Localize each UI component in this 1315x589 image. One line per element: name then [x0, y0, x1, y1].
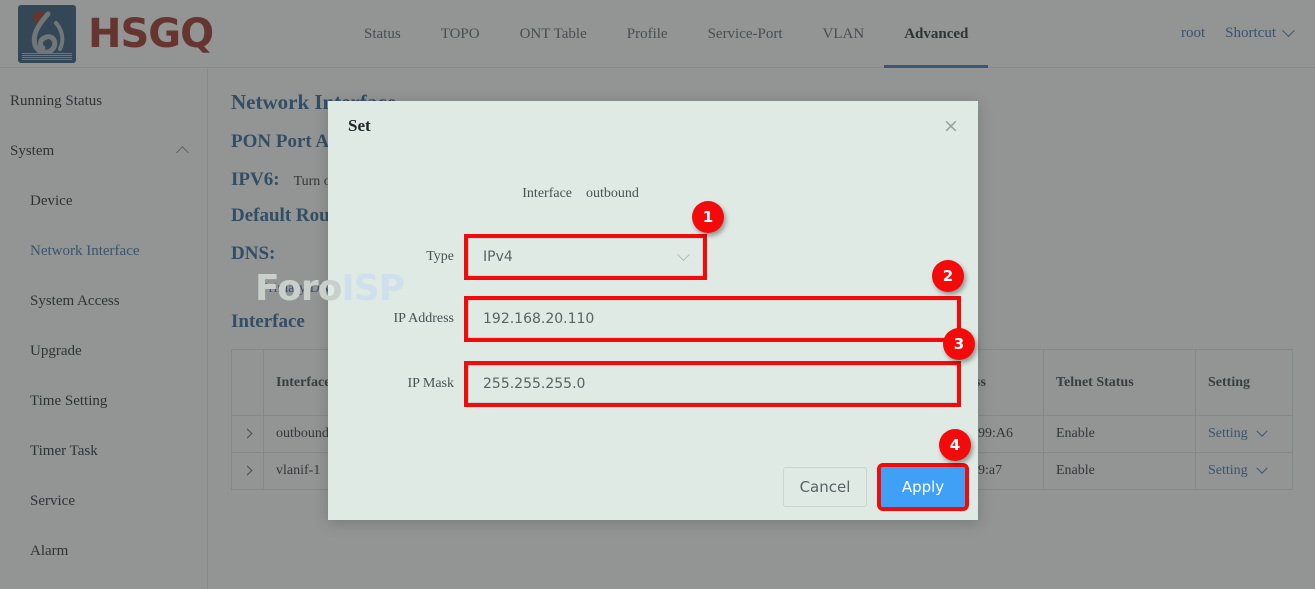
- ip-address-field-row: IP Address 192.168.20.110: [328, 300, 978, 338]
- apply-button[interactable]: Apply: [881, 467, 965, 507]
- annotation-badge-4: 4: [939, 429, 971, 461]
- ip-mask-value: 255.255.255.0: [483, 376, 585, 392]
- ip-mask-label: IP Mask: [328, 376, 468, 392]
- interface-label: Interface: [328, 186, 586, 202]
- cancel-button[interactable]: Cancel: [783, 467, 867, 507]
- ip-address-value: 192.168.20.110: [483, 311, 594, 327]
- close-icon[interactable]: ×: [940, 115, 962, 137]
- ip-address-input[interactable]: 192.168.20.110: [468, 300, 957, 338]
- annotation-badge-1: 1: [692, 201, 724, 233]
- chevron-down-icon: [677, 248, 690, 261]
- ip-mask-input[interactable]: 255.255.255.0: [468, 365, 957, 403]
- dialog-actions: Cancel Apply: [783, 467, 965, 507]
- ip-mask-field-row: IP Mask 255.255.255.0: [328, 365, 978, 403]
- type-label: Type: [328, 249, 468, 265]
- annotation-badge-3: 3: [943, 328, 975, 360]
- set-dialog: Set × Interface outbound Type IPv4 IP Ad…: [328, 101, 978, 520]
- type-select[interactable]: IPv4: [468, 238, 703, 276]
- ip-address-label: IP Address: [328, 311, 468, 327]
- type-field-row: Type IPv4: [328, 238, 978, 276]
- dialog-title: Set: [348, 116, 371, 136]
- interface-value: outbound: [586, 186, 639, 202]
- type-select-value: IPv4: [483, 249, 513, 265]
- interface-field-row: Interface outbound: [328, 186, 978, 202]
- annotation-badge-2: 2: [932, 260, 964, 292]
